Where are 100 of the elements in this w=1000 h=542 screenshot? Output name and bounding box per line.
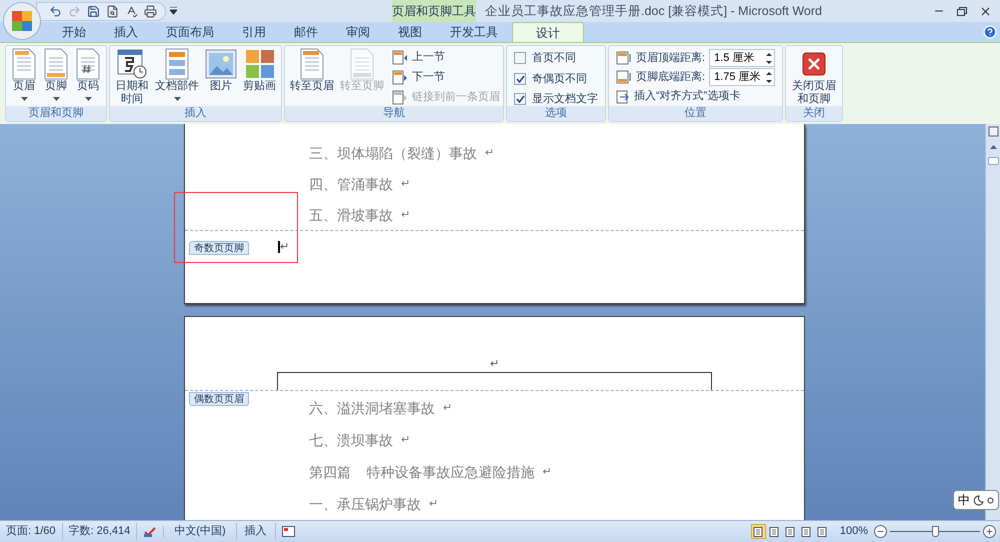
customize-caret-icon[interactable] xyxy=(170,7,177,15)
ribbon-button[interactable]: 图片 xyxy=(203,46,239,93)
proofing-icon[interactable] xyxy=(143,526,158,538)
spin-arrows-icon xyxy=(766,70,772,84)
body-text: 五、滑坡事故 xyxy=(309,206,393,225)
undo-icon[interactable] xyxy=(49,4,62,18)
checkbox[interactable] xyxy=(514,72,526,85)
ribbon-tab[interactable]: 插入 xyxy=(100,22,152,42)
checkbox-label: 首页不同 xyxy=(532,51,576,66)
vertical-scrollbar[interactable] xyxy=(985,124,1000,520)
save-icon[interactable] xyxy=(87,4,100,18)
nav-button[interactable]: 上一节 xyxy=(392,49,500,66)
document-icon xyxy=(11,48,37,80)
ribbon-button[interactable]: 剪贴画 xyxy=(241,46,278,93)
paragraph-mark: ↵ xyxy=(280,240,289,255)
check-icon xyxy=(516,95,524,104)
ribbon-tab[interactable]: 视图 xyxy=(384,22,436,42)
ribbon-button[interactable]: 页眉 xyxy=(9,46,39,101)
zoom-in-button[interactable] xyxy=(983,525,996,538)
ribbon-tab[interactable]: 开始 xyxy=(48,22,100,42)
margin-icon xyxy=(616,51,632,65)
clipart-icon xyxy=(244,49,274,79)
group-label: 导航 xyxy=(285,106,503,121)
paragraph-mark: ↵ xyxy=(401,432,410,448)
ribbon-tab[interactable]: 审阅 xyxy=(332,22,384,42)
document-icon xyxy=(75,48,101,80)
section-icon xyxy=(392,90,408,105)
check-icon xyxy=(516,74,524,83)
ribbon-button[interactable]: 日期和时间 xyxy=(113,46,151,106)
macro-icon[interactable] xyxy=(282,526,295,537)
paragraph-mark: ↵ xyxy=(429,496,438,512)
view-icon xyxy=(817,526,828,536)
spelling-icon[interactable] xyxy=(125,4,138,18)
zoom-slider[interactable] xyxy=(890,526,980,538)
spinner-label: 页脚底端距离: xyxy=(636,70,706,85)
ribbon-tab[interactable]: 页面布局 xyxy=(152,22,228,42)
group-label: 关闭 xyxy=(786,106,842,121)
group-label: 位置 xyxy=(609,106,782,121)
group-label: 页眉和页脚 xyxy=(6,106,106,121)
paragraph-mark: ↵ xyxy=(401,208,410,224)
body-text: 六、溢洪洞堵塞事故 xyxy=(309,398,435,418)
window-title: 企业员工事故应急管理手册.doc [兼容模式] - Microsoft Word xyxy=(485,2,822,20)
ribbon-button[interactable]: 转至页眉 xyxy=(288,46,336,93)
ribbon-tab[interactable]: 引用 xyxy=(228,22,280,42)
close-icon[interactable] xyxy=(979,4,992,18)
language-indicator[interactable]: 中文(中国) xyxy=(164,523,237,540)
ribbon-button[interactable]: 文档部件 xyxy=(153,46,201,101)
insert-mode[interactable]: 插入 xyxy=(236,523,276,540)
print-icon[interactable] xyxy=(144,4,157,18)
spinner-field[interactable]: 1.5 厘米 xyxy=(709,49,776,67)
moon-icon[interactable] xyxy=(973,494,984,506)
calendar-icon xyxy=(116,48,148,80)
section-icon xyxy=(392,70,408,85)
header-tag: 偶数页页眉 xyxy=(189,392,249,406)
scroll-up-icon[interactable] xyxy=(990,145,996,149)
nav-button[interactable]: 下一节 xyxy=(392,69,500,86)
paragraph-mark: ↵ xyxy=(489,358,500,370)
ime-mode[interactable]: 中 xyxy=(958,491,970,509)
body-text: 一、承压锅炉事故 xyxy=(309,494,421,514)
view-icon xyxy=(753,526,764,536)
zoom-level[interactable]: 100% xyxy=(834,523,874,540)
view-icon xyxy=(801,526,812,536)
ribbon-tab[interactable]: 设计 xyxy=(512,22,584,42)
print-preview-icon[interactable] xyxy=(106,4,119,18)
insert-tab-button[interactable]: 插入“对齐方式”选项卡 xyxy=(616,88,776,105)
ribbon-button[interactable]: 页码 xyxy=(73,46,103,101)
insert-icon xyxy=(616,90,630,104)
group-label: 插入 xyxy=(110,106,281,121)
ribbon-tab[interactable]: 邮件 xyxy=(280,22,332,42)
document-icon xyxy=(349,48,375,80)
zoom-thumb[interactable] xyxy=(932,526,939,536)
close-icon xyxy=(802,52,826,76)
word-count[interactable]: 字数: 26,414 xyxy=(62,523,138,540)
dot-icon[interactable] xyxy=(987,496,994,504)
footer-tag: 奇数页页脚 xyxy=(189,240,249,254)
restore-icon[interactable] xyxy=(957,6,967,16)
office-logo-icon xyxy=(11,10,33,32)
spinner-field[interactable]: 1.75 厘米 xyxy=(709,68,776,86)
view-button[interactable] xyxy=(750,524,766,539)
view-icon xyxy=(785,526,796,536)
document-icon xyxy=(43,48,69,80)
ruler-toggle-icon[interactable] xyxy=(988,126,998,137)
ime-toolbar[interactable]: 中 xyxy=(953,490,999,510)
ribbon-tab[interactable]: 开发工具 xyxy=(436,22,512,42)
zoom-out-button[interactable] xyxy=(874,525,887,538)
scroll-thumb[interactable] xyxy=(988,157,998,165)
ribbon-button[interactable]: 页脚 xyxy=(41,46,71,101)
spin-arrows-icon xyxy=(766,52,772,64)
body-text: 七、溃坝事故 xyxy=(309,430,393,450)
help-icon[interactable] xyxy=(983,25,997,39)
checkbox[interactable] xyxy=(514,52,526,64)
ribbon-button[interactable]: 关闭页眉和页脚 xyxy=(789,46,840,106)
paragraph-mark: ↵ xyxy=(443,400,452,416)
picture-icon xyxy=(205,49,237,79)
checkbox[interactable] xyxy=(514,93,526,106)
page-count[interactable]: 页面: 1/60 xyxy=(0,523,63,540)
margin-icon xyxy=(616,70,632,84)
paragraph-mark: ↵ xyxy=(485,146,494,162)
checkbox-label: 显示文档文字 xyxy=(532,92,598,106)
document-parts-icon xyxy=(164,48,190,80)
